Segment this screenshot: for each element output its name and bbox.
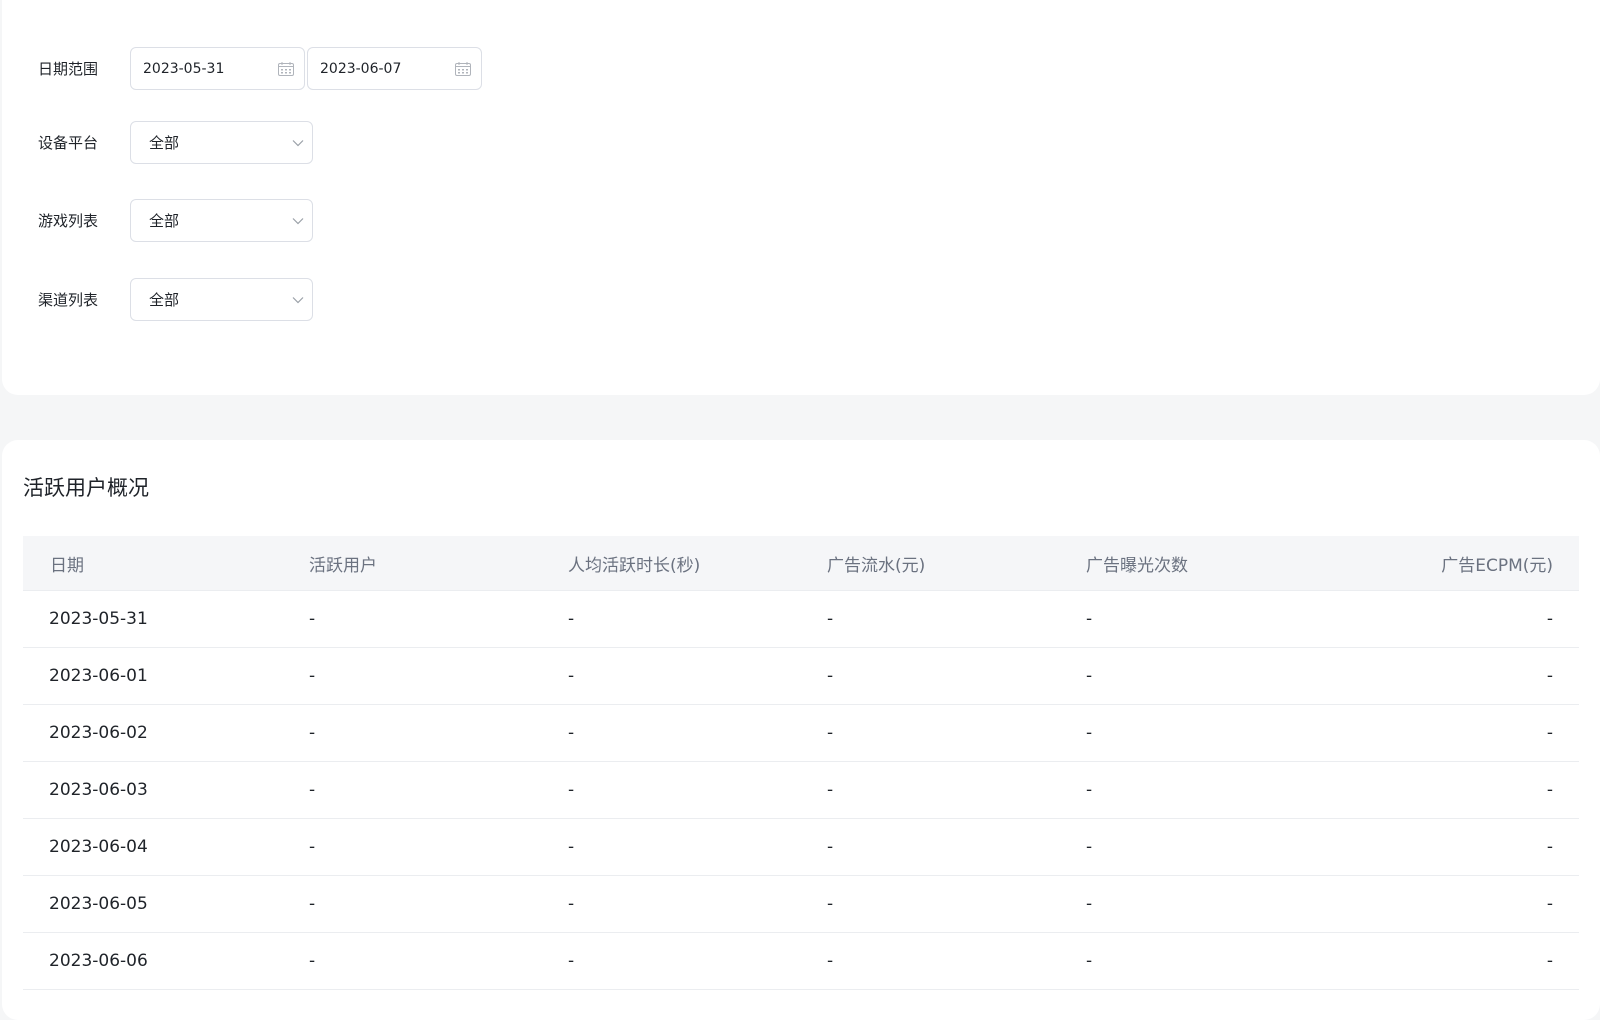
active-users-table: 日期 活跃用户 人均活跃时长(秒) 广告流水(元) 广告曝光次数 广告ECPM(… [23, 536, 1579, 990]
filter-panel: 日期范围 2023-05-31 2023-06-07 设备平台 全部 游戏列表 … [2, 0, 1600, 395]
cell-ad-ecpm: - [1546, 837, 1553, 857]
channels-select-value: 全部 [149, 291, 180, 309]
platform-select[interactable]: 全部 [130, 121, 313, 164]
cell-date: 2023-06-06 [49, 951, 148, 971]
channels-label: 渠道列表 [38, 291, 99, 309]
games-label: 游戏列表 [38, 212, 99, 230]
cell-ad-revenue: - [827, 780, 834, 800]
cell-ad-revenue: - [827, 951, 834, 971]
cell-date: 2023-05-31 [49, 609, 148, 629]
games-select-value: 全部 [149, 212, 180, 230]
chevron-down-icon [292, 296, 304, 303]
date-range-label: 日期范围 [38, 60, 99, 78]
cell-avg-duration: - [568, 609, 575, 629]
cell-ad-revenue: - [827, 837, 834, 857]
cell-ad-revenue: - [827, 894, 834, 914]
games-filter: 游戏列表 全部 [38, 199, 313, 242]
end-date-value: 2023-06-07 [320, 60, 402, 77]
active-users-panel: 活跃用户概况 日期 活跃用户 人均活跃时长(秒) 广告流水(元) 广告曝光次数 … [2, 440, 1600, 1020]
cell-ad-impressions: - [1086, 609, 1093, 629]
cell-ad-impressions: - [1086, 723, 1093, 743]
cell-ad-ecpm: - [1546, 951, 1553, 971]
start-date-value: 2023-05-31 [143, 60, 225, 77]
cell-date: 2023-06-01 [49, 666, 148, 686]
end-date-input[interactable]: 2023-06-07 [307, 47, 482, 90]
platform-label: 设备平台 [38, 134, 99, 152]
table-row: 2023-06-01 - - - - - [23, 648, 1579, 705]
cell-avg-duration: - [568, 666, 575, 686]
chevron-down-icon [292, 139, 304, 146]
cell-ad-revenue: - [827, 723, 834, 743]
cell-ad-ecpm: - [1546, 894, 1553, 914]
cell-ad-impressions: - [1086, 837, 1093, 857]
table-row: 2023-06-05 - - - - - [23, 876, 1579, 933]
channels-filter: 渠道列表 全部 [38, 278, 313, 321]
cell-ad-revenue: - [827, 609, 834, 629]
column-header-ad-ecpm[interactable]: 广告ECPM(元) [1318, 551, 1579, 576]
cell-ad-ecpm: - [1546, 780, 1553, 800]
cell-active-users: - [309, 723, 316, 743]
section-title: 活跃用户概况 [23, 476, 149, 500]
cell-avg-duration: - [568, 780, 575, 800]
platform-filter: 设备平台 全部 [38, 121, 313, 164]
table-row: 2023-06-04 - - - - - [23, 819, 1579, 876]
column-header-date[interactable]: 日期 [23, 551, 282, 576]
games-select[interactable]: 全部 [130, 199, 313, 242]
calendar-icon[interactable] [455, 61, 471, 76]
cell-avg-duration: - [568, 837, 575, 857]
column-header-active-users[interactable]: 活跃用户 [282, 551, 541, 576]
cell-active-users: - [309, 951, 316, 971]
cell-date: 2023-06-03 [49, 780, 148, 800]
cell-active-users: - [309, 666, 316, 686]
table-row: 2023-06-03 - - - - - [23, 762, 1579, 819]
column-header-ad-impressions[interactable]: 广告曝光次数 [1059, 551, 1318, 576]
channels-select[interactable]: 全部 [130, 278, 313, 321]
cell-active-users: - [309, 609, 316, 629]
cell-avg-duration: - [568, 723, 575, 743]
calendar-icon[interactable] [278, 61, 294, 76]
table-row: 2023-06-06 - - - - - [23, 933, 1579, 990]
cell-ad-ecpm: - [1546, 723, 1553, 743]
cell-active-users: - [309, 837, 316, 857]
cell-avg-duration: - [568, 951, 575, 971]
cell-active-users: - [309, 780, 316, 800]
cell-ad-ecpm: - [1546, 609, 1553, 629]
cell-ad-impressions: - [1086, 894, 1093, 914]
cell-date: 2023-06-02 [49, 723, 148, 743]
column-header-avg-duration[interactable]: 人均活跃时长(秒) [541, 551, 800, 576]
cell-ad-impressions: - [1086, 951, 1093, 971]
cell-ad-revenue: - [827, 666, 834, 686]
chevron-down-icon [292, 217, 304, 224]
column-header-ad-revenue[interactable]: 广告流水(元) [800, 551, 1059, 576]
cell-date: 2023-06-04 [49, 837, 148, 857]
cell-ad-impressions: - [1086, 780, 1093, 800]
table-row: 2023-05-31 - - - - - [23, 591, 1579, 648]
cell-avg-duration: - [568, 894, 575, 914]
platform-select-value: 全部 [149, 134, 180, 152]
start-date-input[interactable]: 2023-05-31 [130, 47, 305, 90]
cell-ad-ecpm: - [1546, 666, 1553, 686]
table-row: 2023-06-02 - - - - - [23, 705, 1579, 762]
cell-ad-impressions: - [1086, 666, 1093, 686]
cell-active-users: - [309, 894, 316, 914]
date-range-filter: 日期范围 2023-05-31 2023-06-07 [38, 47, 484, 90]
cell-date: 2023-06-05 [49, 894, 148, 914]
table-header: 日期 活跃用户 人均活跃时长(秒) 广告流水(元) 广告曝光次数 广告ECPM(… [23, 536, 1579, 591]
